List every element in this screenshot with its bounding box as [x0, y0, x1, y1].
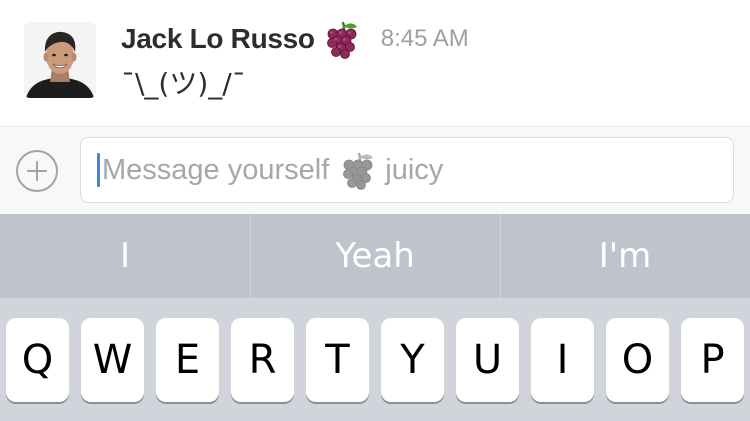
sender-name[interactable]: Jack Lo Russo — [121, 23, 315, 55]
message-input-placeholder: Message yourself juicy — [102, 150, 443, 190]
message-timestamp[interactable]: 8:45 AM — [381, 25, 469, 53]
key-t[interactable]: T — [306, 318, 369, 402]
add-attachment-button[interactable] — [16, 150, 58, 192]
message-input[interactable]: Message yourself juicy — [80, 137, 734, 203]
grapes-icon — [343, 152, 374, 190]
key-o[interactable]: O — [606, 318, 669, 402]
grapes-icon — [326, 21, 357, 59]
key-r[interactable]: R — [231, 318, 294, 402]
suggestion-item[interactable]: I — [0, 214, 250, 298]
app-screen: Jack Lo Russo 8:45 AM ¯\_(ツ)_/¯ Message … — [0, 0, 750, 421]
placeholder-suffix: juicy — [385, 153, 444, 186]
message-text: ¯\_(ツ)_/¯ — [121, 67, 246, 100]
avatar-photo — [24, 22, 96, 98]
key-u[interactable]: U — [456, 318, 519, 402]
text-caret — [97, 153, 100, 187]
suggestion-item[interactable]: I'm — [500, 214, 750, 298]
suggestion-bar: I Yeah I'm — [0, 214, 750, 298]
key-q[interactable]: Q — [6, 318, 69, 402]
on-screen-keyboard: I Yeah I'm Q W E R T Y U I O P — [0, 214, 750, 421]
message-header: Jack Lo Russo 8:45 AM — [121, 18, 469, 60]
key-p[interactable]: P — [681, 318, 744, 402]
key-w[interactable]: W — [81, 318, 144, 402]
placeholder-prefix: Message yourself — [102, 153, 330, 186]
suggestion-item[interactable]: Yeah — [250, 214, 500, 298]
avatar[interactable] — [24, 22, 96, 98]
key-y[interactable]: Y — [381, 318, 444, 402]
key-i[interactable]: I — [531, 318, 594, 402]
message-item: Jack Lo Russo 8:45 AM ¯\_(ツ)_/¯ — [0, 0, 750, 126]
keyboard-row-top: Q W E R T Y U I O P — [0, 318, 750, 402]
key-e[interactable]: E — [156, 318, 219, 402]
message-composer: Message yourself juicy — [0, 126, 750, 215]
